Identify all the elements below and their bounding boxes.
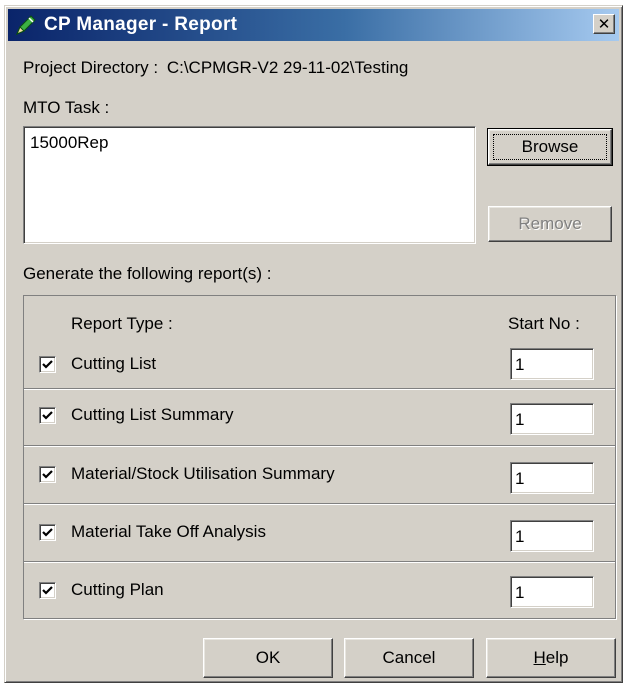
ok-button[interactable]: OK xyxy=(203,638,333,678)
cutting-list-summary-checkbox[interactable] xyxy=(39,407,56,424)
ok-button-label: OK xyxy=(255,648,281,667)
material-take-off-analysis-checkbox[interactable] xyxy=(39,524,56,541)
report-dialog: CP Manager - Report ✕ Project Directory … xyxy=(4,5,623,683)
cutting-list-label: Cutting List xyxy=(71,354,157,373)
browse-button[interactable]: Browse xyxy=(487,128,613,166)
project-directory: Project Directory : C:\CPMGR-V2 29-11-02… xyxy=(23,58,408,78)
material-stock-utilisation-summary-start-input[interactable]: 1 xyxy=(510,462,594,494)
help-hotkey: H xyxy=(533,648,546,667)
remove-button[interactable]: Remove xyxy=(488,206,612,242)
help-button[interactable]: Help xyxy=(486,638,616,678)
cutting-list-start-input[interactable]: 1 xyxy=(510,348,594,380)
remove-button-label: Remove xyxy=(518,214,582,233)
reports-group: Report Type : Start No : Cutting List 1 … xyxy=(23,295,616,619)
material-stock-utilisation-summary-checkbox[interactable] xyxy=(39,466,56,483)
cutting-list-summary-start-input[interactable]: 1 xyxy=(510,403,594,435)
check-icon xyxy=(42,528,53,537)
generate-reports-label: Generate the following report(s) : xyxy=(23,264,272,283)
report-row-material-take-off-analysis: Material Take Off Analysis 1 xyxy=(24,503,615,561)
report-row-cutting-list-summary: Cutting List Summary 1 xyxy=(24,388,615,445)
mto-task-label: MTO Task : xyxy=(23,98,110,117)
cutting-list-checkbox[interactable] xyxy=(39,356,56,373)
report-row-cutting-list: Report Type : Start No : Cutting List 1 xyxy=(24,296,615,388)
material-take-off-analysis-start-input[interactable]: 1 xyxy=(510,520,594,552)
help-button-label: Help xyxy=(534,648,569,668)
title-bar[interactable]: CP Manager - Report ✕ xyxy=(8,9,619,41)
material-take-off-analysis-label: Material Take Off Analysis xyxy=(71,522,266,541)
close-icon: ✕ xyxy=(597,15,611,33)
project-directory-path: C:\CPMGR-V2 29-11-02\Testing xyxy=(166,58,409,77)
check-icon xyxy=(42,586,53,595)
check-icon xyxy=(42,411,53,420)
check-icon xyxy=(42,360,53,369)
focus-rect xyxy=(493,134,607,160)
report-row-material-stock-utilisation-summary: Material/Stock Utilisation Summary 1 xyxy=(24,445,615,503)
cancel-button[interactable]: Cancel xyxy=(344,638,474,678)
material-stock-utilisation-summary-label: Material/Stock Utilisation Summary xyxy=(71,464,335,483)
cutting-plan-checkbox[interactable] xyxy=(39,582,56,599)
check-icon xyxy=(42,470,53,479)
close-button[interactable]: ✕ xyxy=(593,14,615,34)
report-row-cutting-plan: Cutting Plan 1 xyxy=(24,561,615,618)
cancel-button-label: Cancel xyxy=(382,648,436,667)
cutting-list-summary-label: Cutting List Summary xyxy=(71,405,234,424)
mto-task-list[interactable]: 15000Rep xyxy=(23,126,476,244)
list-item[interactable]: 15000Rep xyxy=(30,133,469,153)
pen-icon xyxy=(16,15,36,35)
help-label-rest: elp xyxy=(545,648,569,667)
cutting-plan-start-input[interactable]: 1 xyxy=(510,576,594,608)
report-type-header: Report Type : xyxy=(71,314,173,333)
cutting-plan-label: Cutting Plan xyxy=(71,580,164,599)
project-directory-label: Project Directory : xyxy=(23,58,159,77)
window-title: CP Manager - Report xyxy=(44,14,238,35)
start-no-header: Start No : xyxy=(508,314,580,333)
